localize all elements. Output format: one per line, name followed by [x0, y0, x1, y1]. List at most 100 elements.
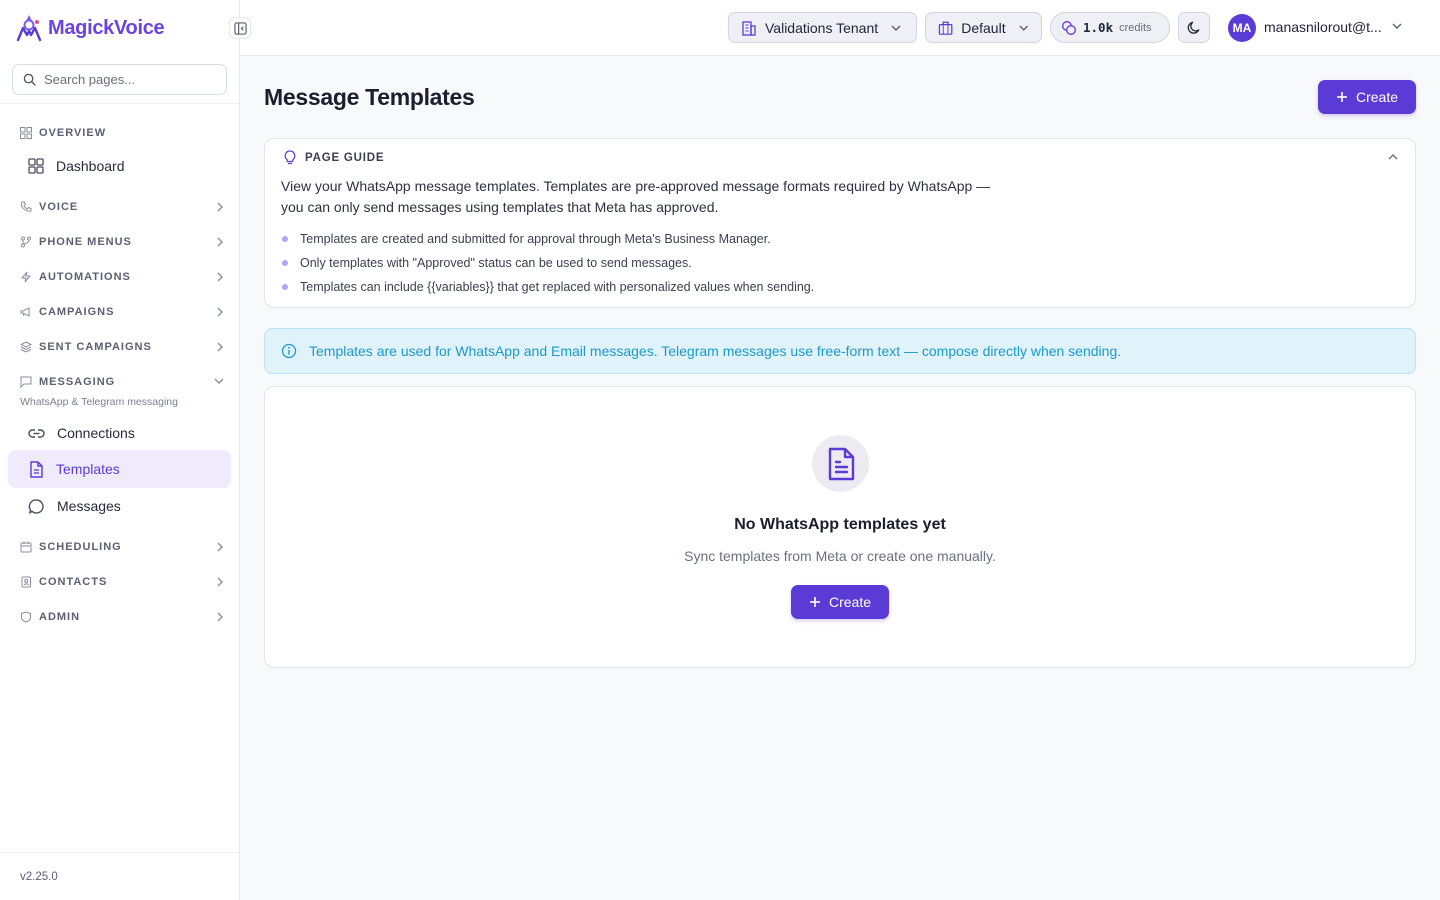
file-text-icon [828, 447, 854, 480]
section-label: SCHEDULING [39, 541, 122, 553]
page-guide-header[interactable]: PAGE GUIDE [283, 150, 384, 166]
list-item: Templates can include {{variables}} that… [281, 275, 814, 299]
sidebar-toggle-icon [233, 21, 247, 35]
sidebar-item-connections[interactable]: Connections [8, 414, 231, 452]
sidebar-divider [0, 103, 239, 104]
info-banner-text: Templates are used for WhatsApp and Emai… [309, 343, 1122, 359]
section-label: VOICE [39, 201, 79, 213]
sidebar-item-label: Templates [56, 461, 120, 477]
phone-icon [21, 201, 32, 212]
list-item-text: Templates are created and submitted for … [300, 232, 771, 246]
chevron-right-icon [217, 542, 223, 552]
list-item-text: Templates can include {{variables}} that… [300, 280, 815, 294]
message-circle-icon [28, 498, 44, 514]
list-item: Only templates with "Approved" status ca… [281, 251, 814, 275]
briefcase-icon [938, 21, 953, 35]
section-phone-menus[interactable]: PHONE MENUS [20, 233, 225, 251]
layers-icon [20, 341, 32, 353]
chevron-right-icon [217, 237, 223, 247]
section-scheduling[interactable]: SCHEDULING [20, 538, 225, 556]
section-label: CAMPAIGNS [39, 306, 115, 318]
search-input[interactable] [44, 72, 214, 87]
create-button-label: Create [828, 594, 872, 610]
list-item-text: Only templates with "Approved" status ca… [300, 256, 692, 270]
sidebar-item-dashboard[interactable]: Dashboard [8, 147, 231, 185]
search-icon [23, 73, 36, 86]
chevron-down-icon [891, 25, 901, 31]
shield-icon [21, 611, 31, 623]
lightning-icon [20, 271, 32, 283]
file-text-icon [30, 460, 43, 478]
tenant-name: Validations Tenant [765, 19, 879, 36]
section-label: ADMIN [39, 611, 81, 623]
section-messaging[interactable]: MESSAGING [20, 373, 225, 391]
chevron-down-icon [214, 378, 224, 384]
empty-state-title: No WhatsApp templates yet [734, 516, 946, 533]
chevron-down-icon [1019, 25, 1028, 31]
section-label: AUTOMATIONS [39, 271, 131, 283]
create-button-label: Create [1355, 89, 1399, 105]
list-item: Templates are created and submitted for … [281, 227, 814, 251]
section-label: CONTACTS [39, 576, 108, 588]
magickvoice-logo-icon [16, 15, 42, 42]
sidebar-item-messages[interactable]: Messages [8, 487, 231, 525]
empty-state-subtitle: Sync templates from Meta or create one m… [684, 548, 996, 564]
brand-name: MagickVoice [48, 16, 165, 39]
page-title: Message Templates [264, 84, 475, 110]
bullet-icon [282, 284, 288, 290]
user-name[interactable]: manasnilorout@t... [1264, 19, 1382, 35]
plus-icon [809, 597, 820, 607]
section-label: PHONE MENUS [39, 236, 132, 248]
sidebar-footer-divider [0, 852, 239, 853]
lightbulb-icon [284, 150, 296, 165]
chevron-right-icon [217, 202, 223, 212]
calendar-icon [20, 541, 32, 553]
section-admin[interactable]: ADMIN [20, 608, 225, 626]
megaphone-icon [20, 307, 30, 317]
credits-value: 1.0k [1083, 20, 1114, 35]
grid-icon [20, 127, 32, 139]
top-header: Validations Tenant Default 1.0k credits … [240, 0, 1440, 56]
branch-icon [21, 236, 31, 248]
section-voice[interactable]: VOICE [20, 198, 225, 216]
section-contacts[interactable]: CONTACTS [20, 573, 225, 591]
sidebar-item-templates[interactable]: Templates [8, 450, 231, 488]
theme-toggle-button[interactable] [1178, 12, 1210, 43]
section-label: MESSAGING [39, 376, 116, 388]
moon-icon [1187, 21, 1199, 34]
sidebar-item-label: Dashboard [56, 158, 125, 174]
empty-state-create-button[interactable]: Create [791, 585, 889, 619]
page-guide-description: View your WhatsApp message templates. Te… [281, 178, 991, 215]
chevron-down-icon[interactable] [1391, 21, 1403, 31]
bullet-icon [282, 260, 288, 266]
page-guide-title: PAGE GUIDE [305, 152, 385, 164]
credits-badge[interactable]: 1.0k credits [1050, 12, 1170, 43]
section-campaigns[interactable]: CAMPAIGNS [20, 303, 225, 321]
chevron-right-icon [217, 342, 223, 352]
search-box[interactable] [12, 64, 227, 95]
sidebar-item-label: Connections [57, 425, 135, 441]
workspace-selector[interactable]: Default [925, 12, 1042, 43]
create-template-button[interactable]: Create [1318, 80, 1416, 114]
chevron-right-icon [217, 612, 223, 622]
building-icon [742, 20, 756, 36]
chevron-right-icon [217, 272, 223, 282]
avatar[interactable]: MA [1228, 14, 1256, 42]
coins-icon [1062, 20, 1076, 35]
collapse-sidebar-button[interactable] [229, 17, 251, 39]
tenant-selector[interactable]: Validations Tenant [728, 12, 917, 43]
app-version: v2.25.0 [20, 871, 58, 883]
message-square-icon [20, 376, 32, 388]
section-sent-campaigns[interactable]: SENT CAMPAIGNS [20, 338, 225, 356]
section-label: OVERVIEW [39, 127, 107, 139]
section-automations[interactable]: AUTOMATIONS [20, 268, 225, 286]
contact-book-icon [21, 576, 31, 588]
brand[interactable]: MagickVoice [16, 12, 165, 44]
chevron-right-icon [217, 307, 223, 317]
page-guide-list: Templates are created and submitted for … [281, 227, 814, 299]
chevron-up-icon[interactable] [1387, 152, 1399, 162]
workspace-name: Default [961, 19, 1006, 36]
sidebar: MagickVoice OVERVIEW Dashboard VOICE PHO… [0, 0, 251, 900]
empty-state-card: No WhatsApp templates yet Sync templates… [264, 386, 1416, 668]
credits-unit: credits [1119, 21, 1152, 34]
